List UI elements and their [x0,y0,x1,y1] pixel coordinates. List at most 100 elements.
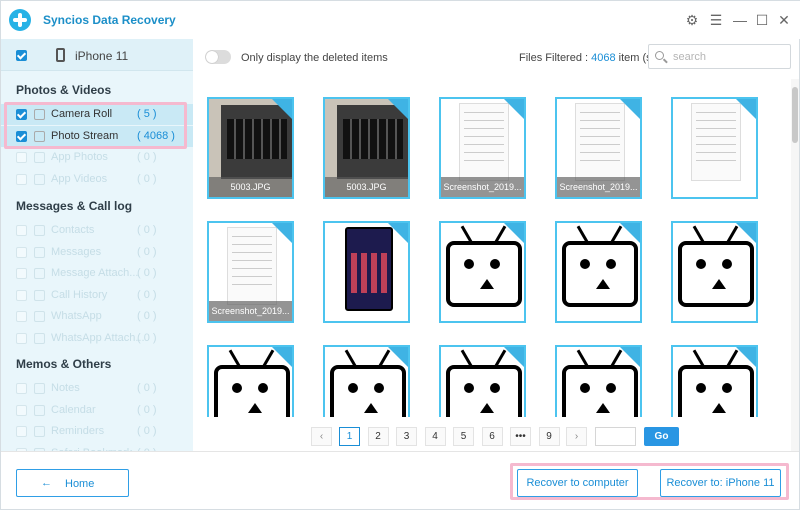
page-button[interactable]: ••• [510,427,531,446]
photo-thumbnail[interactable] [671,345,758,417]
category-count: ( 0 ) [137,403,157,416]
sidebar-item-whatsapp[interactable]: WhatsApp ( 0 ) [1,306,193,327]
category-count: ( 0 ) [137,310,157,322]
calendar-icon [34,404,45,416]
category-label: Reminders [51,425,105,437]
screenshot-image [459,103,509,181]
photo-thumbnail[interactable] [439,345,526,417]
deleted-only-label: Only display the deleted items [241,52,388,64]
search-box[interactable] [648,44,791,69]
photo-thumbnail[interactable] [555,345,642,417]
search-icon [655,51,664,60]
photo-thumbnail[interactable]: Screenshot_2019... [555,97,642,199]
page-button[interactable]: 4 [424,427,446,446]
sidebar-item-whatsapp-attach[interactable]: WhatsApp Attach...( 0 ) [1,328,193,349]
next-page-button[interactable]: › [566,427,587,446]
category-checkbox[interactable] [16,289,27,301]
title-bar: Syncios Data Recovery ⚙ ☰ — ☐ ✕ [1,1,800,39]
photo-thumbnail[interactable] [671,221,758,323]
sidebar-item-app-videos[interactable]: App Videos ( 0 ) [1,169,193,190]
thumbnail-caption: 5003.JPG [209,177,292,197]
tv-image [446,241,522,307]
category-checkbox[interactable] [16,404,27,416]
page-button[interactable]: 5 [453,427,474,446]
sidebar: iPhone 11 Photos & Videos Camera Roll( 5 … [1,39,193,459]
sidebar-item-call-history[interactable]: Call History ( 0 ) [1,285,193,306]
category-checkbox[interactable] [16,383,27,394]
page-number-input[interactable] [595,427,636,446]
category-count: ( 0 ) [137,382,157,394]
close-icon[interactable]: ✕ [775,11,793,29]
category-checkbox[interactable] [16,225,27,236]
maximize-icon[interactable]: ☐ [753,11,771,29]
tv-antenna [460,225,473,243]
selected-corner-marker [388,223,408,243]
page-button[interactable]: 6 [481,427,503,446]
photo-thumbnail[interactable] [671,97,758,199]
category-checkbox[interactable] [16,173,27,185]
selected-corner-marker [736,223,756,243]
category-label: Notes [51,382,80,394]
sidebar-item-messages[interactable]: Messages ( 0 ) [1,242,193,263]
notes-icon [34,383,45,394]
sidebar-item-message-attach[interactable]: Message Attach...( 0 ) [1,263,193,284]
device-checkbox[interactable] [16,50,27,61]
category-label: Call History [51,288,108,301]
contacts-icon [34,225,45,236]
photo-thumbnail[interactable]: Screenshot_2019... [439,97,526,199]
photo-thumbnail[interactable]: 5003.JPG [207,97,294,199]
category-label: WhatsApp [51,310,102,322]
category-label: App Photos [51,151,108,163]
scrollbar-thumb[interactable] [792,87,798,143]
photo-thumbnail[interactable] [323,345,410,417]
thumbnail-caption: Screenshot_2019... [557,177,640,197]
category-checkbox[interactable] [16,246,27,258]
page-button[interactable]: 9 [538,427,560,446]
category-count: ( 0 ) [137,425,157,437]
menu-icon[interactable]: ☰ [707,11,725,29]
photo-thumbnail[interactable] [323,221,410,323]
photo-thumbnail[interactable]: 5003.JPG [323,97,410,199]
category-checkbox[interactable] [16,311,27,322]
photo-thumbnail[interactable] [207,345,294,417]
section-title: Photos & Videos [16,83,112,97]
search-input[interactable] [673,49,783,64]
category-checkbox[interactable] [16,426,27,437]
scrollbar[interactable] [791,79,799,451]
category-checkbox[interactable] [16,332,27,344]
page-button[interactable]: 1 [339,427,360,446]
category-checkbox[interactable] [16,152,27,163]
selected-corner-marker [272,347,292,367]
tv-antenna [228,349,241,367]
photo-thumbnail[interactable] [555,221,642,323]
selected-corner-marker [504,99,524,119]
tv-image [678,365,754,417]
category-count: ( 0 ) [137,224,157,236]
thumbnail-caption: Screenshot_2019... [441,177,524,197]
sidebar-item-notes[interactable]: Notes ( 0 ) [1,378,193,399]
minimize-icon[interactable]: — [731,11,749,29]
photo-thumbnail[interactable] [439,221,526,323]
category-label: Messages [51,245,102,258]
home-button[interactable]: ← Home [16,469,129,497]
category-checkbox[interactable] [16,268,27,279]
sidebar-item-reminders[interactable]: Reminders ( 0 ) [1,421,193,442]
tv-antenna [576,349,589,367]
selected-corner-marker [388,99,408,119]
prev-page-button[interactable]: ‹ [311,427,332,446]
device-row[interactable]: iPhone 11 [1,39,193,71]
page-button[interactable]: 3 [396,427,417,446]
sidebar-item-calendar[interactable]: Calendar ( 0 ) [1,400,193,421]
sidebar-item-app-photos[interactable]: App Photos ( 0 ) [1,147,193,168]
deleted-only-toggle[interactable] [205,50,231,64]
photo-thumbnail[interactable]: Screenshot_2019... [207,221,294,323]
whatsapp-icon [34,311,45,322]
page-button[interactable]: 2 [367,427,389,446]
category-count: ( 0 ) [137,288,157,301]
sidebar-item-contacts[interactable]: Contacts ( 0 ) [1,220,193,241]
home-button-label: Home [65,478,95,490]
selected-corner-marker [620,223,640,243]
gear-icon[interactable]: ⚙ [683,11,701,29]
go-button[interactable]: Go [644,427,679,446]
attachment-icon [34,332,45,344]
